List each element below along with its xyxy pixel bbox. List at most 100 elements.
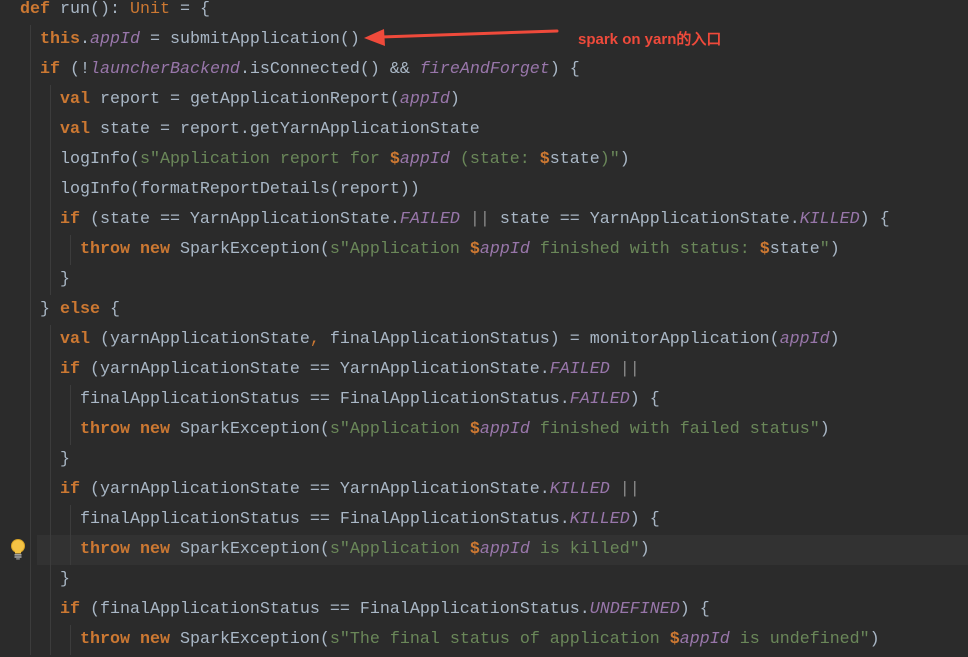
keyword-token: throw [79, 420, 130, 439]
annotation-label: spark on yarn的入口 [578, 31, 722, 48]
code-editor[interactable]: def run(): Unit = { this.appId = submitA… [0, 0, 968, 657]
code-line[interactable]: if (!launcherBackend.isConnected() && fi… [0, 55, 968, 85]
code-line[interactable]: def run(): Unit = { [0, 0, 968, 25]
code-line[interactable]: throw new SparkException(s"Application $… [0, 415, 968, 445]
code-line[interactable]: logInfo(formatReportDetails(report)) [0, 175, 968, 205]
indentation [20, 60, 40, 79]
code-text: logInfo(formatReportDetails(report)) [20, 175, 420, 205]
code-text: } [20, 265, 70, 295]
keyword-token: new [139, 630, 170, 649]
code-text: throw new SparkException(s"Application $… [20, 235, 840, 265]
text-token: ) { [629, 510, 660, 529]
interp-token: $ [669, 630, 680, 649]
text-token: state = report.getYarnApplicationState [89, 120, 480, 139]
type-token: Unit [129, 0, 170, 19]
indentation [20, 390, 80, 409]
code-text: if (state == YarnApplicationState.FAILED… [20, 205, 890, 235]
field-token: UNDEFINED [589, 600, 680, 619]
code-line[interactable]: val (yarnApplicationState, finalApplicat… [0, 325, 968, 355]
field-token: fireAndForget [419, 60, 550, 79]
keyword-token: if [59, 360, 80, 379]
code-text: if (yarnApplicationState == YarnApplicat… [20, 355, 640, 385]
code-text: finalApplicationStatus == FinalApplicati… [20, 385, 660, 415]
indentation [20, 570, 60, 589]
text-token: finalApplicationStatus == FinalApplicati… [79, 390, 570, 409]
text-token: SparkException( [169, 420, 330, 439]
code-line[interactable]: if (yarnApplicationState == YarnApplicat… [0, 475, 968, 505]
indentation [20, 420, 80, 439]
code-text: val (yarnApplicationState, finalApplicat… [20, 325, 840, 355]
keyword-token: throw [79, 630, 130, 649]
indentation [20, 270, 60, 289]
code-line[interactable]: val report = getApplicationReport(appId) [0, 85, 968, 115]
code-line[interactable]: if (state == YarnApplicationState.FAILED… [0, 205, 968, 235]
code-line[interactable]: } [0, 565, 968, 595]
code-line[interactable]: val state = report.getYarnApplicationSta… [0, 115, 968, 145]
code-text: throw new SparkException(s"Application $… [20, 535, 650, 565]
string-token: finished with status: [529, 240, 760, 259]
code-line[interactable]: finalApplicationStatus == FinalApplicati… [0, 505, 968, 535]
code-line[interactable]: if (finalApplicationStatus == FinalAppli… [0, 595, 968, 625]
string-token: is killed" [529, 540, 640, 559]
string-token: s"Application [329, 240, 470, 259]
code-line[interactable]: this.appId = submitApplication() [0, 25, 968, 55]
interp-token: $ [759, 240, 770, 259]
code-line[interactable]: throw new SparkException(s"The final sta… [0, 625, 968, 655]
field-token: appId [479, 540, 530, 559]
field-token: FAILED [569, 390, 630, 409]
text-token: (yarnApplicationState == YarnApplication… [79, 360, 550, 379]
code-line[interactable]: } else { [0, 295, 968, 325]
text-token: } [40, 300, 60, 319]
code-text: } [20, 565, 70, 595]
text-token: ) [639, 540, 650, 559]
text-token: ) [829, 330, 840, 349]
code-text: val state = report.getYarnApplicationSta… [20, 115, 480, 145]
field-token: KILLED [799, 210, 860, 229]
keyword-token: throw [79, 240, 130, 259]
field-token: appId [479, 240, 530, 259]
field-token: appId [399, 90, 450, 109]
indentation [20, 30, 40, 49]
keyword-token: val [59, 120, 90, 139]
code-line[interactable]: finalApplicationStatus == FinalApplicati… [0, 385, 968, 415]
indentation [20, 300, 40, 319]
text-token: state == YarnApplicationState. [489, 210, 800, 229]
field-token: KILLED [549, 480, 610, 499]
keyword-token: val [59, 90, 90, 109]
code-text: if (!launcherBackend.isConnected() && fi… [20, 55, 580, 85]
string-token: (state: [449, 150, 540, 169]
punct-token: , [309, 330, 320, 349]
text-token: report = getApplicationReport( [89, 90, 400, 109]
indentation [20, 120, 60, 139]
code-line[interactable]: logInfo(s"Application report for $appId … [0, 145, 968, 175]
code-text: throw new SparkException(s"The final sta… [20, 625, 880, 655]
keyword-token: else [60, 300, 100, 319]
string-token: s"The final status of application [329, 630, 670, 649]
field-token: FAILED [399, 210, 460, 229]
indentation [20, 360, 60, 379]
code-line-current[interactable]: throw new SparkException(s"Application $… [0, 535, 968, 565]
field-token: FAILED [549, 360, 610, 379]
text-token: ) [869, 630, 880, 649]
field-token: appId [479, 420, 530, 439]
code-text: if (finalApplicationStatus == FinalAppli… [20, 595, 710, 625]
code-line[interactable]: } [0, 445, 968, 475]
field-token: launcherBackend [90, 60, 240, 79]
string-token: )" [599, 150, 620, 169]
text-token: run(): [50, 0, 130, 19]
code-line[interactable]: if (yarnApplicationState == YarnApplicat… [0, 355, 968, 385]
code-text: val report = getApplicationReport(appId) [20, 85, 460, 115]
code-line[interactable]: throw new SparkException(s"Application $… [0, 235, 968, 265]
text-token: state [549, 150, 600, 169]
string-token: " [819, 240, 830, 259]
code-line[interactable]: } [0, 265, 968, 295]
text-token: SparkException( [169, 240, 330, 259]
text-token: = submitApplication() [139, 30, 360, 49]
indentation [20, 240, 80, 259]
indentation [20, 480, 60, 499]
code-text: } [20, 445, 70, 475]
indentation [20, 210, 60, 229]
